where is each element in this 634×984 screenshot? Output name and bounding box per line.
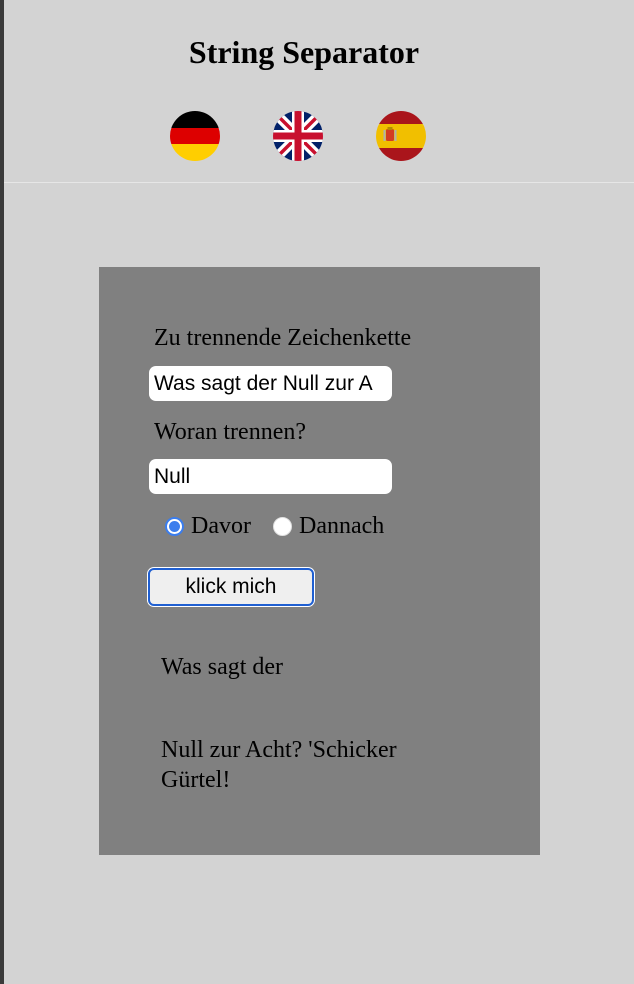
radio-after[interactable] xyxy=(272,516,292,536)
separator-form-panel: Zu trennende Zeichenkette Woran trennen?… xyxy=(99,267,540,855)
page-title: String Separator xyxy=(188,34,420,70)
radio-before-label[interactable]: Davor xyxy=(191,512,251,540)
result-line: Was sagt der xyxy=(161,654,284,680)
german-flag-icon[interactable] xyxy=(170,111,220,161)
string-label: Zu trennende Zeichenkette xyxy=(154,325,412,351)
string-input[interactable] xyxy=(149,366,392,401)
uk-flag-icon[interactable] xyxy=(273,111,323,161)
spanish-flag-icon[interactable] xyxy=(376,111,426,161)
result-line: Null zur Acht? 'Schicker Gürtel! xyxy=(161,737,397,793)
radio-after-label[interactable]: Dannach xyxy=(299,512,384,540)
position-radio-group: Davor Dannach xyxy=(165,511,384,541)
separator-input[interactable] xyxy=(149,459,392,494)
separator-label: Woran trennen? xyxy=(154,419,306,445)
submit-button[interactable]: klick mich xyxy=(148,568,314,606)
radio-before[interactable] xyxy=(165,516,184,536)
page-header: String Separator xyxy=(4,0,634,183)
